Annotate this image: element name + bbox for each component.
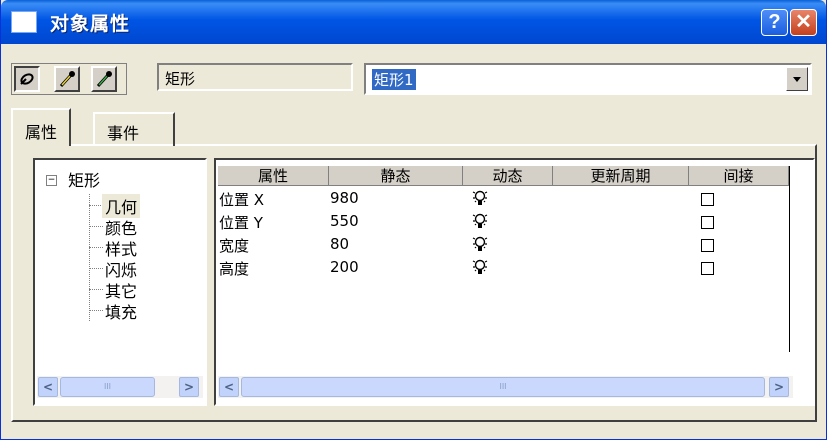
grid-right-border <box>789 166 791 352</box>
indirect-checkbox[interactable] <box>701 239 714 252</box>
tree-connector <box>89 310 103 311</box>
tree-connector <box>89 247 103 248</box>
lightbulb-icon[interactable] <box>472 212 488 230</box>
scroll-right-icon[interactable]: > <box>769 377 789 397</box>
column-header-indirect[interactable]: 间接 <box>689 166 789 186</box>
tree-horizontal-scrollbar[interactable]: < III > <box>37 376 203 398</box>
eyedropper-tool-button[interactable] <box>54 66 80 92</box>
window-title: 对象属性 <box>50 13 131 35</box>
object-type-label: 矩形 <box>165 70 196 88</box>
window-icon <box>11 11 37 33</box>
column-header-dynamic[interactable]: 动态 <box>463 166 553 186</box>
tree-connector <box>89 268 103 269</box>
lightbulb-icon[interactable] <box>472 258 488 276</box>
object-name-value[interactable]: 矩形1 <box>372 69 416 90</box>
scroll-right-icon[interactable]: > <box>179 377 199 397</box>
lightbulb-icon[interactable] <box>472 189 488 207</box>
pin-icon <box>20 73 34 85</box>
indirect-checkbox[interactable] <box>701 193 714 206</box>
indirect-checkbox[interactable] <box>701 216 714 229</box>
tab-events[interactable]: 事件 <box>93 112 175 146</box>
scroll-thumb[interactable]: III <box>241 377 765 397</box>
tree-connector <box>89 289 103 290</box>
row-property-pos-x[interactable]: 位置 X <box>219 189 264 210</box>
property-grid: 属性 静态 动态 更新周期 间接 位置 X 980 位置 Y 550 宽度 80… <box>214 158 815 406</box>
object-type-field: 矩形 <box>157 63 353 91</box>
collapse-icon[interactable]: − <box>46 175 57 186</box>
scroll-left-icon[interactable]: < <box>38 377 58 397</box>
tree-connector <box>89 226 103 227</box>
tree-connector <box>89 194 90 321</box>
column-header-property[interactable]: 属性 <box>218 166 329 186</box>
chevron-down-icon[interactable] <box>786 67 808 91</box>
column-header-update-cycle[interactable]: 更新周期 <box>553 166 689 186</box>
object-name-combo[interactable]: 矩形1 <box>364 63 812 95</box>
column-header-static[interactable]: 静态 <box>329 166 463 186</box>
title-bar[interactable]: 对象属性 ? ✕ <box>1 0 826 44</box>
category-tree: − 矩形 几何 颜色 样式 闪烁 其它 填充 < III > <box>33 158 207 406</box>
row-property-height[interactable]: 高度 <box>219 258 249 279</box>
object-properties-dialog: 对象属性 ? ✕ 矩形 矩形1 属性 事件 − 矩形 几何 颜色 样式 闪烁 其… <box>0 0 827 440</box>
tree-connector <box>89 205 103 206</box>
row-static-width[interactable]: 80 <box>330 235 349 253</box>
tab-properties[interactable]: 属性 <box>11 108 72 146</box>
row-property-pos-y[interactable]: 位置 Y <box>219 212 263 233</box>
row-property-width[interactable]: 宽度 <box>219 235 249 256</box>
scroll-left-icon[interactable]: < <box>219 377 239 397</box>
row-static-pos-x[interactable]: 980 <box>330 189 359 207</box>
indirect-checkbox[interactable] <box>701 262 714 275</box>
eyedropper-icon <box>59 71 75 88</box>
grid-horizontal-scrollbar[interactable]: < III > <box>218 376 793 398</box>
help-button[interactable]: ? <box>761 9 788 36</box>
tree-root-rectangle[interactable]: 矩形 <box>68 167 100 191</box>
close-button[interactable]: ✕ <box>790 9 817 36</box>
pin-tool-button[interactable] <box>14 66 40 92</box>
row-static-pos-y[interactable]: 550 <box>330 212 359 230</box>
tree-item-fill[interactable]: 填充 <box>105 299 137 323</box>
scroll-thumb[interactable]: III <box>60 377 155 397</box>
eyedropper-alt-tool-button[interactable] <box>91 66 117 92</box>
lightbulb-icon[interactable] <box>472 235 488 253</box>
eyedropper-alt-icon <box>96 71 112 88</box>
row-static-height[interactable]: 200 <box>330 258 359 276</box>
